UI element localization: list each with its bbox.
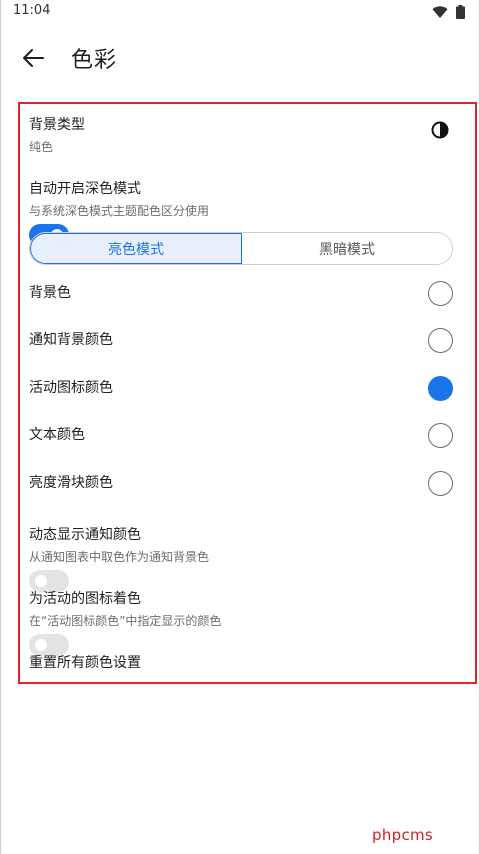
mode-segmented-control: 亮色模式 黑暗模式 xyxy=(29,232,453,265)
status-icons xyxy=(432,4,465,23)
status-time: 11:04 xyxy=(13,3,51,18)
background-type-title: 背景类型 xyxy=(29,117,85,133)
dynamic-notification-title: 动态显示通知颜色 xyxy=(29,527,141,543)
color-option-label: 活动图标颜色 xyxy=(29,380,113,396)
reset-colors-item[interactable]: 重置所有颜色设置 xyxy=(29,652,453,672)
dynamic-notification-subtitle: 从通知图表中取色作为通知背景色 xyxy=(29,550,210,564)
color-radio[interactable] xyxy=(428,328,453,353)
reset-colors-label: 重置所有颜色设置 xyxy=(29,655,141,671)
color-radio[interactable] xyxy=(428,281,453,306)
setting-background-type[interactable]: 背景类型 纯色 xyxy=(29,114,453,155)
color-option-label: 通知背景颜色 xyxy=(29,332,113,348)
app-bar: 色彩 xyxy=(1,30,479,86)
color-radio-selected[interactable] xyxy=(428,376,453,401)
color-radio[interactable] xyxy=(428,471,453,496)
status-bar: 11:04 xyxy=(1,0,479,24)
auto-dark-subtitle: 与系统深色模式主题配色区分使用 xyxy=(29,204,210,218)
color-radio[interactable] xyxy=(428,423,453,448)
watermark: phpcms xyxy=(372,826,434,844)
tab-light-mode[interactable]: 亮色模式 xyxy=(30,233,242,264)
setting-tint-active-icons[interactable]: 为活动的图标着色 在“活动图标颜色”中指定显示的颜色 xyxy=(29,588,453,656)
tab-dark-mode[interactable]: 黑暗模式 xyxy=(242,233,452,264)
page-title: 色彩 xyxy=(71,48,118,73)
background-type-subtitle: 纯色 xyxy=(29,140,54,154)
phone-screen: 11:04 色彩 背景类型 纯色 自动开启深色模式 与系统深色模式主题配色区分使… xyxy=(0,0,480,854)
arrow-left-icon xyxy=(19,49,47,76)
color-option-row[interactable]: 背景色 xyxy=(29,281,453,306)
color-option-row[interactable]: 亮度滑块颜色 xyxy=(29,471,453,496)
color-option-row[interactable]: 文本颜色 xyxy=(29,423,453,448)
wifi-icon xyxy=(432,4,448,23)
back-button[interactable] xyxy=(19,44,51,72)
battery-icon xyxy=(456,4,465,23)
color-option-label: 背景色 xyxy=(29,285,71,301)
color-option-label: 亮度滑块颜色 xyxy=(29,475,113,491)
tint-icons-title: 为活动的图标着色 xyxy=(29,591,141,607)
tint-icons-subtitle: 在“活动图标颜色”中指定显示的颜色 xyxy=(29,614,222,628)
color-option-row[interactable]: 活动图标颜色 xyxy=(29,376,453,401)
setting-dynamic-notification-color[interactable]: 动态显示通知颜色 从通知图表中取色作为通知背景色 xyxy=(29,524,453,592)
color-option-label: 文本颜色 xyxy=(29,427,85,443)
toggle-knob xyxy=(35,639,47,651)
toggle-knob xyxy=(35,575,47,587)
color-option-row[interactable]: 通知背景颜色 xyxy=(29,328,453,353)
auto-dark-title: 自动开启深色模式 xyxy=(29,181,141,197)
contrast-icon[interactable] xyxy=(431,121,449,143)
